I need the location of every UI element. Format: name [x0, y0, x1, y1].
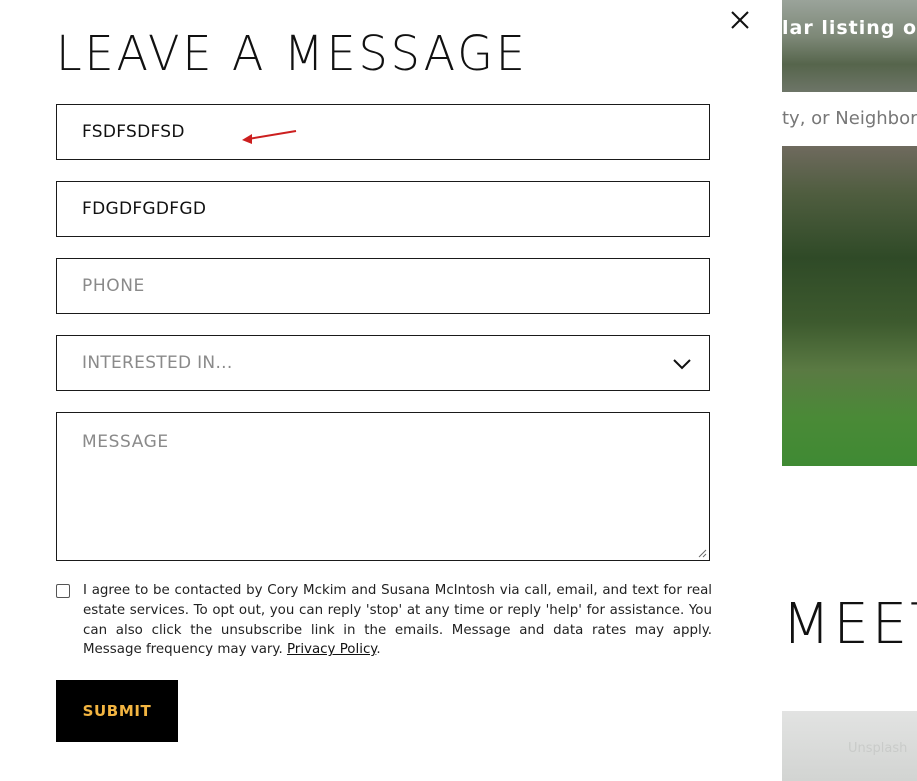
listing-photo: lar listing or: [782, 0, 917, 92]
last-name-input[interactable]: [57, 182, 709, 236]
close-icon[interactable]: [727, 7, 753, 33]
bottom-photo: Unsplash: [782, 711, 917, 781]
modal-title: LEAVE A MESSAGE: [56, 26, 528, 82]
consent-text: I agree to be contacted by Cory Mckim an…: [83, 583, 712, 658]
consent-body: I agree to be contacted by Cory Mckim an…: [83, 583, 712, 658]
interested-in-value: INTERESTED IN...: [82, 353, 233, 373]
submit-button[interactable]: SUBMIT: [56, 680, 178, 742]
photo-credit: Unsplash: [848, 741, 908, 756]
consent-checkbox[interactable]: [56, 584, 70, 598]
message-textarea[interactable]: [57, 413, 709, 560]
search-hint-text: ty, or Neighbor: [782, 108, 917, 129]
section-heading: MEET: [782, 592, 917, 657]
background-page: lar listing or ty, or Neighbor MEET Unsp…: [782, 0, 917, 781]
banner-text: lar listing or: [782, 17, 917, 39]
phone-input[interactable]: [57, 259, 709, 313]
chevron-down-icon: [673, 359, 691, 370]
privacy-policy-link[interactable]: Privacy Policy: [287, 642, 376, 657]
message-field-wrapper: [56, 412, 710, 561]
first-name-field-wrapper: [56, 104, 710, 160]
interested-in-select[interactable]: INTERESTED IN...: [56, 335, 710, 391]
close-button[interactable]: [727, 7, 753, 33]
phone-field-wrapper: [56, 258, 710, 314]
first-name-input[interactable]: [57, 105, 709, 159]
last-name-field-wrapper: [56, 181, 710, 237]
resize-grip-icon[interactable]: [697, 548, 707, 558]
aerial-photo: [782, 146, 917, 466]
leave-message-modal: LEAVE A MESSAGE INTERESTED IN... I agree: [0, 0, 762, 781]
